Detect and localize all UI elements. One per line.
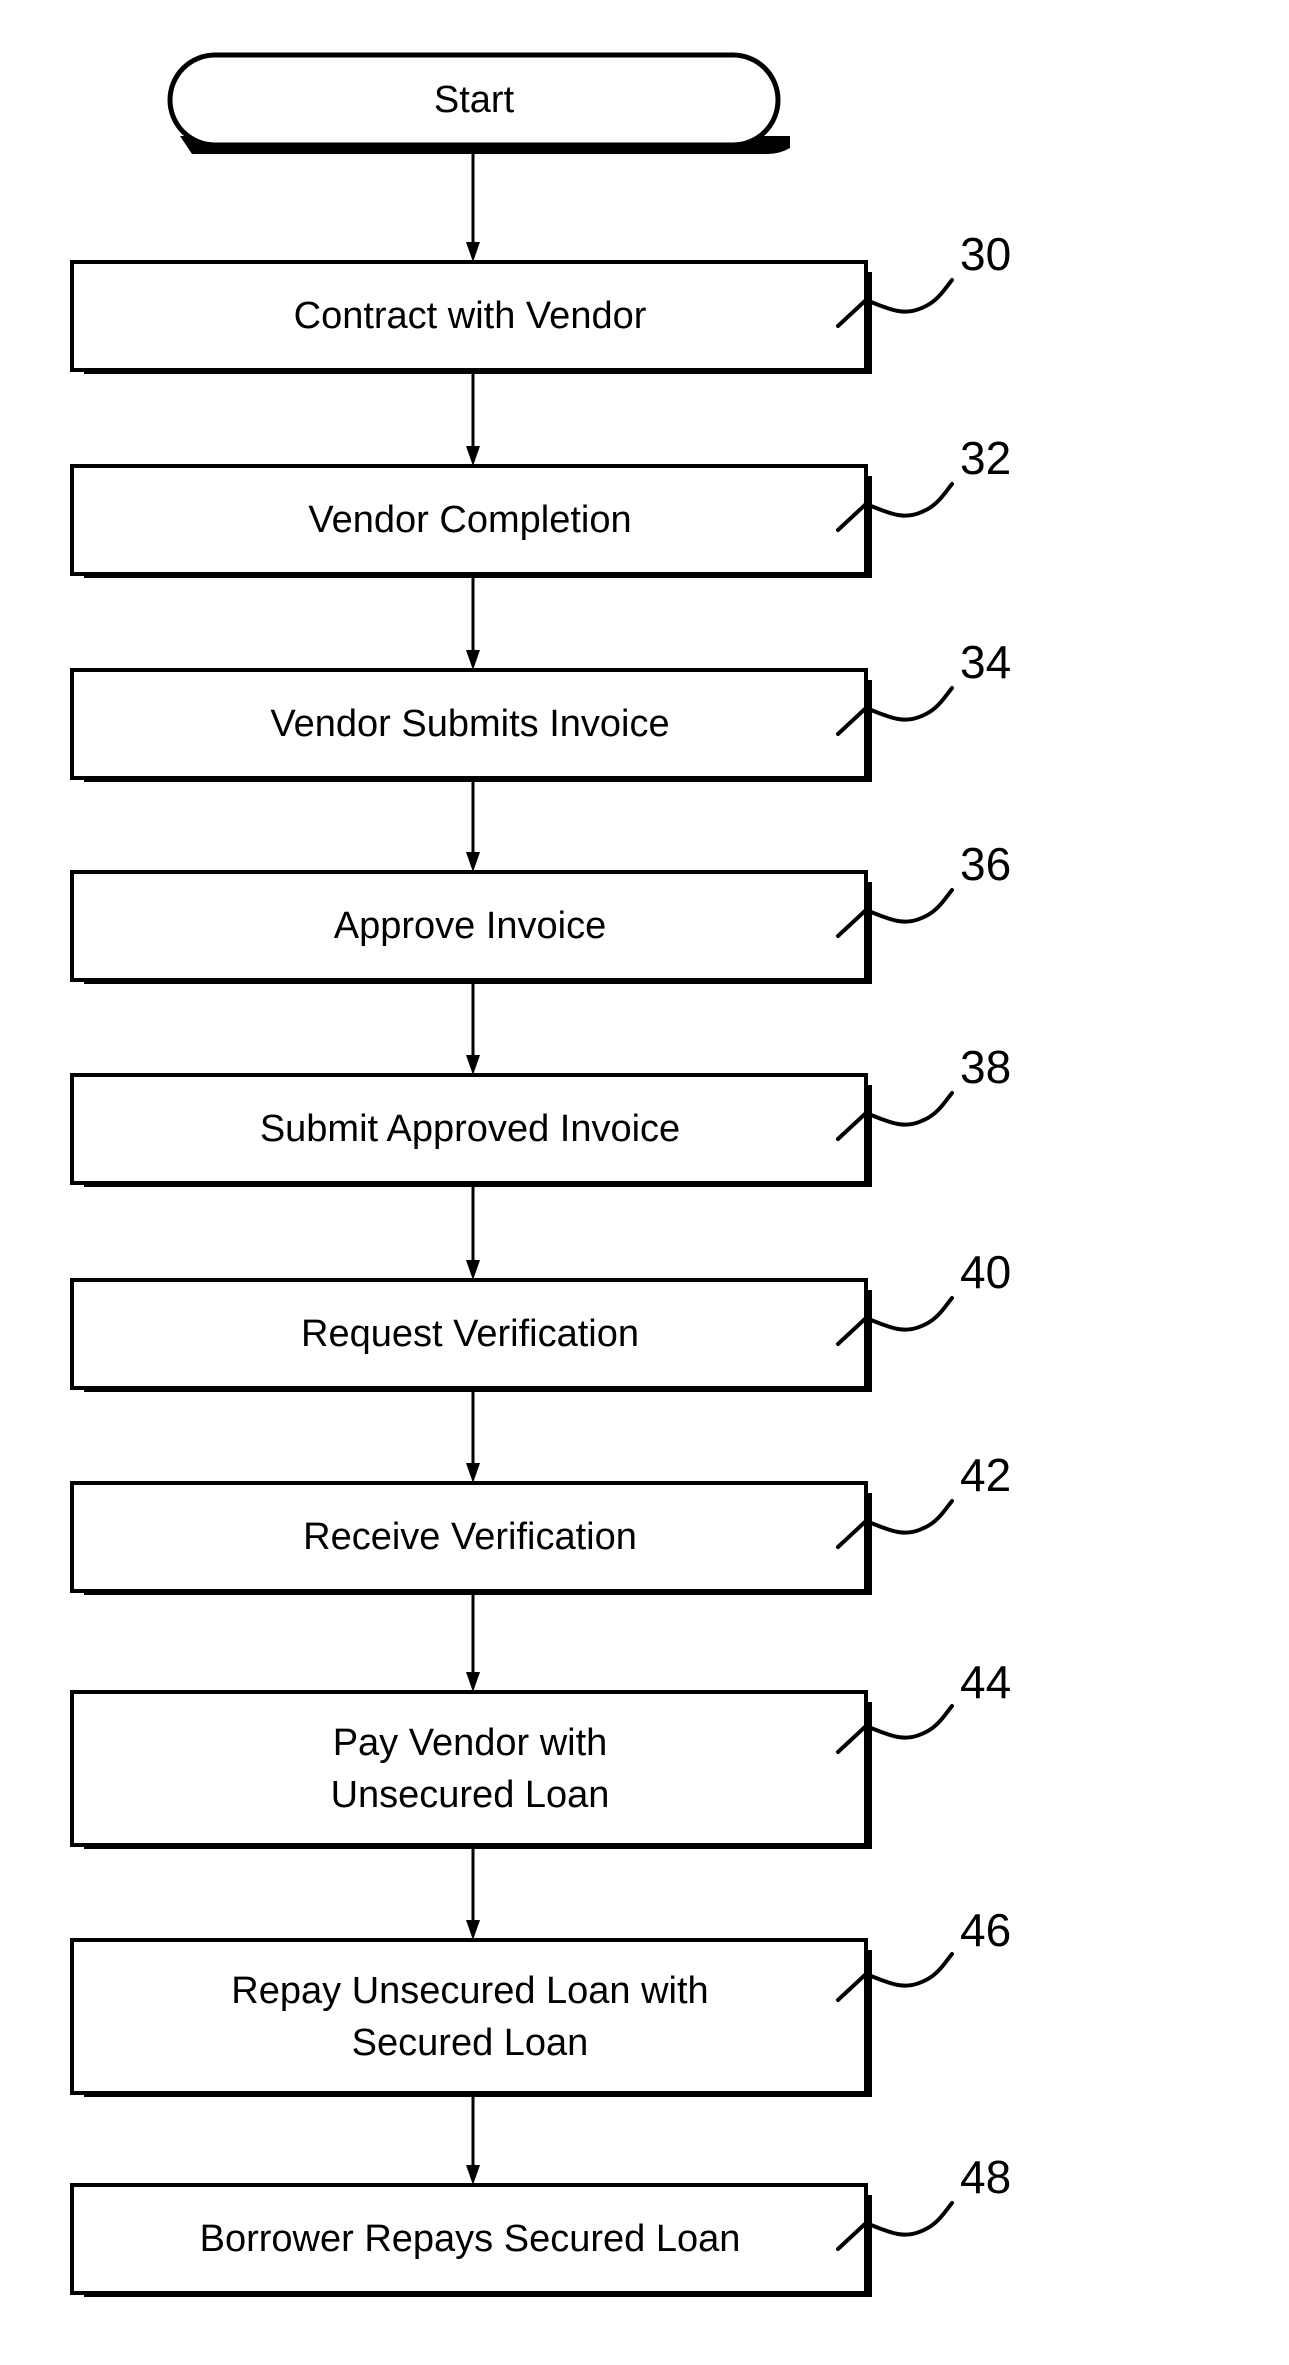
- process-box-label: Unsecured Loan: [331, 1774, 610, 1816]
- connector-step-4-to-step-5: [466, 984, 480, 1075]
- callout-leader-line: [864, 482, 954, 518]
- reference-number: 36: [960, 838, 1011, 890]
- callout-leader-line: [864, 1704, 954, 1740]
- process-box-4[interactable]: Approve Invoice: [70, 870, 872, 984]
- process-box-label: Contract with Vendor: [294, 295, 647, 337]
- process-box-label: Secured Loan: [352, 2022, 589, 2064]
- arrowhead-icon: [466, 242, 480, 262]
- process-box-shape: [70, 1690, 868, 1847]
- arrowhead-icon: [466, 446, 480, 466]
- process-box-label: Request Verification: [301, 1313, 639, 1355]
- connector-step-5-to-step-6: [466, 1187, 480, 1280]
- connector-start-to-step-1: [466, 147, 480, 262]
- process-box-5[interactable]: Submit Approved Invoice: [70, 1073, 872, 1187]
- process-box-1[interactable]: Contract with Vendor: [70, 260, 872, 374]
- connector-step-8-to-step-9: [466, 1849, 480, 1940]
- process-box-9[interactable]: Repay Unsecured Loan with Secured Loan: [70, 1938, 872, 2097]
- callout-leader-line: [864, 888, 954, 924]
- process-box-label: Vendor Submits Invoice: [270, 703, 669, 745]
- reference-number: 44: [960, 1656, 1011, 1708]
- arrowhead-icon: [466, 2165, 480, 2185]
- arrowhead-icon: [466, 1055, 480, 1075]
- connector-step-3-to-step-4: [466, 782, 480, 872]
- start-node[interactable]: Start: [167, 52, 790, 154]
- connector-step-6-to-step-7: [466, 1392, 480, 1483]
- arrowhead-icon: [466, 1672, 480, 1692]
- process-box-label: Borrower Repays Secured Loan: [200, 2218, 741, 2260]
- connector-step-9-to-step-10: [466, 2097, 480, 2185]
- connector-step-2-to-step-3: [466, 578, 480, 670]
- process-box-label: Approve Invoice: [334, 905, 607, 947]
- process-box-shape: [70, 1938, 868, 2095]
- process-box-7[interactable]: Receive Verification: [70, 1481, 872, 1595]
- start-node-label: Start: [434, 79, 515, 121]
- arrowhead-icon: [466, 1920, 480, 1940]
- process-box-6[interactable]: Request Verification: [70, 1278, 872, 1392]
- reference-number: 38: [960, 1041, 1011, 1093]
- connector-step-1-to-step-2: [466, 374, 480, 466]
- connector-step-7-to-step-8: [466, 1595, 480, 1692]
- arrowhead-icon: [466, 1260, 480, 1280]
- reference-number: 32: [960, 432, 1011, 484]
- process-box-10[interactable]: Borrower Repays Secured Loan: [70, 2183, 872, 2297]
- callout-leader-line: [864, 1091, 954, 1127]
- reference-number: 42: [960, 1449, 1011, 1501]
- reference-number: 46: [960, 1904, 1011, 1956]
- process-box-8[interactable]: Pay Vendor with Unsecured Loan: [70, 1690, 872, 1849]
- arrowhead-icon: [466, 650, 480, 670]
- callout-leader-line: [864, 1296, 954, 1332]
- process-box-label: Submit Approved Invoice: [260, 1108, 680, 1150]
- process-box-label: Pay Vendor with: [333, 1722, 608, 1764]
- patent-figure-sheet: Start Contract with Vendor 30 Vendor Com…: [0, 0, 1289, 2365]
- flowchart-svg: Start Contract with Vendor 30 Vendor Com…: [70, 52, 1011, 2297]
- process-box-label: Repay Unsecured Loan with: [231, 1970, 708, 2012]
- arrowhead-icon: [466, 1463, 480, 1483]
- process-box-label: Vendor Completion: [308, 499, 631, 541]
- arrowhead-icon: [466, 852, 480, 872]
- reference-number: 40: [960, 1246, 1011, 1298]
- callout-leader-line: [864, 1952, 954, 1988]
- process-box-label: Receive Verification: [303, 1516, 637, 1558]
- reference-number: 30: [960, 228, 1011, 280]
- process-box-3[interactable]: Vendor Submits Invoice: [70, 668, 872, 782]
- reference-number: 34: [960, 636, 1011, 688]
- callout-leader-line: [864, 1499, 954, 1535]
- process-box-2[interactable]: Vendor Completion: [70, 464, 872, 578]
- callout-leader-line: [864, 278, 954, 314]
- callout-leader-line: [864, 2201, 954, 2237]
- reference-number: 48: [960, 2151, 1011, 2203]
- callout-leader-line: [864, 686, 954, 722]
